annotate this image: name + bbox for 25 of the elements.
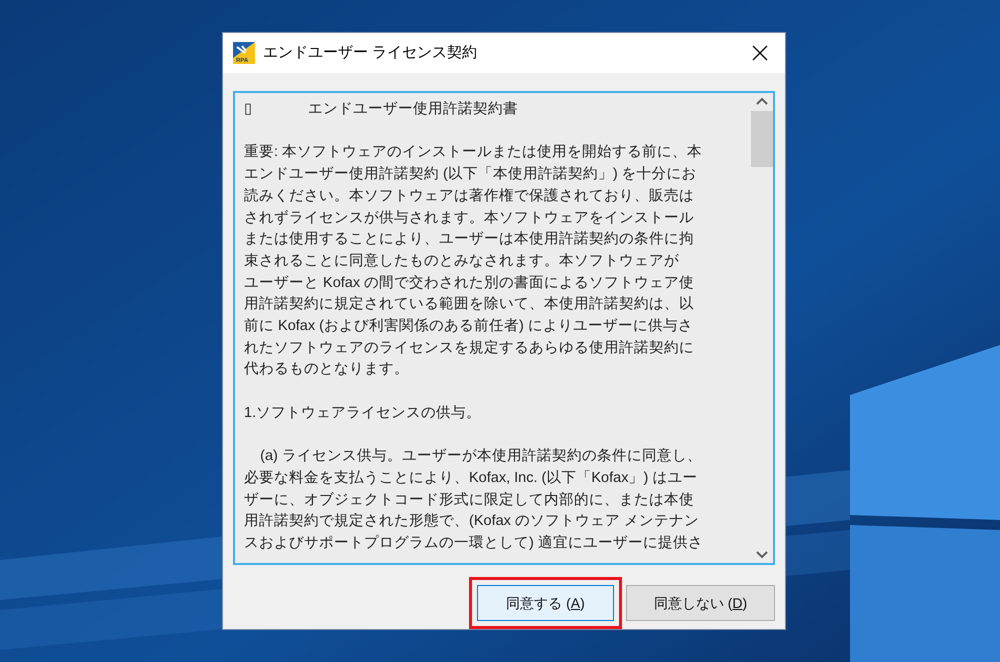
- missing-glyph-text: ▯: [244, 100, 252, 119]
- text-line: ユーザーと Kofax の間で交わされた別の書面によるソフトウェア使: [244, 274, 694, 293]
- license-text-area[interactable]: [233, 91, 775, 565]
- text-line: (a) ライセンス供与。ユーザーが本使用許諾契約の条件に同意し、: [259, 447, 702, 466]
- scrollbar-thumb[interactable]: [751, 111, 773, 167]
- text-line: 必要な料金を支払うことにより、Kofax, Inc. (以下「Kofax」) はユー: [244, 468, 698, 488]
- text-line: ザーに、オブジェクトコード形式に限定して内部的に、または本使: [244, 490, 694, 510]
- text-line: 読みください。本ソフトウェアは著作権で保護されており、販売は: [244, 186, 694, 206]
- text-line: または使用することにより、ユーザーは本使用許諾契約の条件に拘: [244, 230, 694, 250]
- window-title: エンドユーザー ライセンス契約: [263, 42, 478, 63]
- text-line: 1.ソフトウェアライセンスの供与。: [244, 404, 482, 423]
- text-line: 用許諾契約に規定されている範囲を除いて、本使用許諾契約は、以: [244, 294, 694, 314]
- text-line: エンドユーザー使用許諾契約 (以下「本使用許諾契約」) を十分にお: [244, 165, 697, 184]
- text-line: 前に Kofax (および利害関係のある前任者) によりユーザーに供与さ: [244, 316, 693, 336]
- text-line: れたソフトウェアのライセンスを規定するあらゆる使用許諾契約に: [244, 338, 694, 358]
- text-line: 束されることに同意したものとみなされます。本ソフトウェアが: [244, 252, 679, 271]
- close-icon: [752, 45, 768, 61]
- document-heading: エンドユーザー使用許諾契約書: [308, 100, 518, 119]
- dialog-button[interactable]: 同意しない (D): [626, 585, 775, 621]
- text-line: 重要: 本ソフトウェアのインストールまたは使用を開始する前に、本: [244, 143, 702, 162]
- text-line: 代わるものとなります。: [244, 360, 409, 380]
- text-line: スおよびサポートプログラムの一環として) 適宜にユーザーに提供さ: [244, 534, 703, 554]
- text-line: 用許諾契約で規定された形態で、(Kofax のソフトウェア メンテナン: [244, 512, 699, 532]
- agree-button[interactable]: 同意する (A): [477, 585, 614, 621]
- text-line: されずライセンスが供与されます。本ソフトウェアをインストール: [244, 208, 694, 228]
